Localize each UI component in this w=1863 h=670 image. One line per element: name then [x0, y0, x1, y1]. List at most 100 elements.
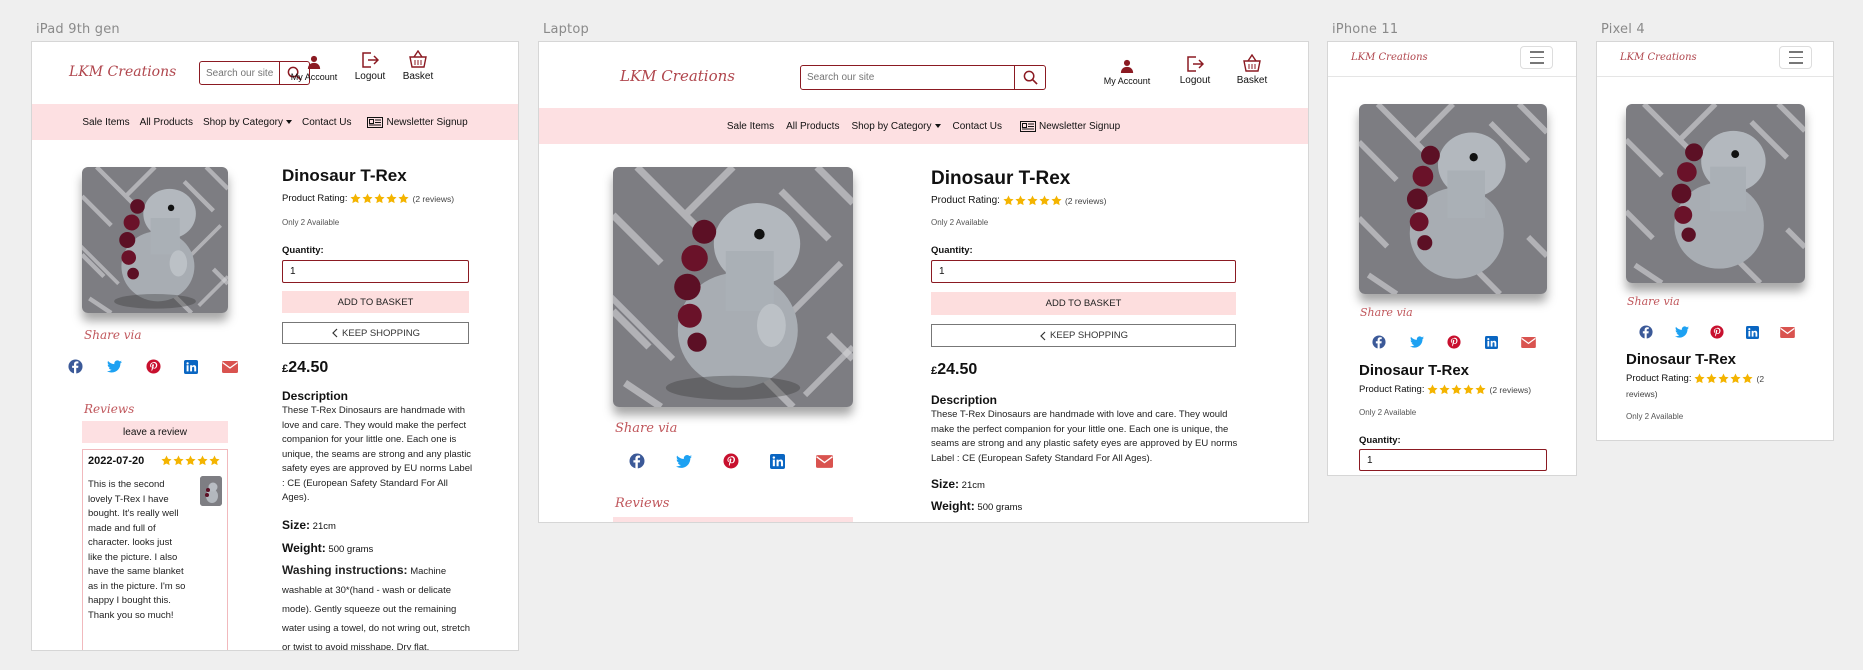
- pinterest-icon[interactable]: [1447, 335, 1461, 349]
- weight-value: 500 grams: [977, 502, 1023, 513]
- search-input[interactable]: [801, 66, 1014, 89]
- nav-all-products[interactable]: All Products: [140, 117, 193, 128]
- weight-label: Weight:: [282, 541, 326, 555]
- keep-shopping-button[interactable]: KEEP SHOPPING: [282, 322, 469, 344]
- nav-newsletter-label: Newsletter Signup: [1038, 120, 1121, 132]
- quantity-input[interactable]: 1: [1359, 449, 1547, 471]
- twitter-icon[interactable]: [676, 454, 692, 468]
- nav-newsletter[interactable]: Newsletter Signup: [1019, 120, 1121, 132]
- site-logo[interactable]: LKM Creations: [69, 64, 176, 80]
- leave-review-button[interactable]: leave a review: [613, 517, 853, 522]
- nav-contact-us[interactable]: Contact Us: [302, 117, 351, 128]
- size-value: 21cm: [312, 521, 336, 532]
- search-button[interactable]: [1014, 66, 1045, 89]
- logout-icon: [362, 52, 379, 68]
- linkedin-icon[interactable]: [184, 359, 199, 374]
- search-form: [800, 65, 1046, 90]
- product-image[interactable]: [613, 167, 853, 407]
- product-image[interactable]: [1626, 104, 1805, 283]
- star-icon: [209, 455, 220, 466]
- star-icon: [197, 455, 208, 466]
- linkedin-icon[interactable]: [1745, 325, 1759, 339]
- nav-shop-by-category[interactable]: Shop by Category: [203, 117, 293, 128]
- nav-sale-items[interactable]: Sale Items: [82, 117, 129, 128]
- description-heading: Description: [931, 393, 998, 407]
- menu-toggle-button[interactable]: [1779, 46, 1812, 69]
- logout-link[interactable]: Logout: [350, 52, 390, 82]
- linkedin-icon[interactable]: [770, 453, 785, 469]
- quantity-input[interactable]: 1: [282, 260, 469, 283]
- size-row: Size: 21cm: [931, 477, 985, 491]
- review-card: 2022-07-20 This is the second lovely T-R…: [82, 449, 228, 650]
- product-image[interactable]: [82, 167, 228, 313]
- dinosaur-plush-photo: [613, 167, 853, 407]
- nav-contact-us[interactable]: Contact Us: [953, 121, 1002, 132]
- size-label: Size:: [931, 477, 960, 491]
- keep-shopping-button[interactable]: KEEP SHOPPING: [931, 324, 1236, 347]
- pinterest-icon[interactable]: [145, 359, 161, 374]
- quantity-input[interactable]: 1: [931, 260, 1236, 283]
- nav-newsletter[interactable]: Newsletter Signup: [367, 116, 468, 128]
- basket-icon: [409, 50, 427, 68]
- product-image[interactable]: [1359, 104, 1547, 294]
- star-icon: [386, 193, 398, 204]
- washing-row: Washing instructions: Machine washable a…: [282, 561, 474, 650]
- star-icon: [1475, 384, 1487, 395]
- add-to-basket-button[interactable]: ADD TO BASKET: [931, 292, 1236, 315]
- envelope-icon[interactable]: [1521, 336, 1536, 348]
- facebook-icon[interactable]: [1372, 335, 1386, 349]
- my-account-link[interactable]: My Account: [1101, 59, 1153, 86]
- rating-label: Product Rating:: [931, 195, 1000, 206]
- site-logo[interactable]: LKM Creations: [1351, 52, 1428, 63]
- reviews-count-wrap: reviews): [1626, 389, 1658, 399]
- product-title: Dinosaur T-Rex: [282, 166, 407, 185]
- logout-link[interactable]: Logout: [1175, 56, 1215, 86]
- nav-shop-by-category[interactable]: Shop by Category: [851, 121, 941, 132]
- add-to-basket-button[interactable]: ADD TO BASKET: [282, 291, 469, 313]
- envelope-icon[interactable]: [816, 454, 833, 468]
- site-logo[interactable]: LKM Creations: [620, 67, 735, 85]
- my-account-link[interactable]: My Account: [288, 55, 340, 82]
- newspaper-icon: [367, 116, 384, 128]
- reviewer-avatar: [200, 476, 222, 506]
- facebook-icon[interactable]: [68, 359, 83, 374]
- facebook-icon[interactable]: [629, 453, 645, 469]
- pinterest-icon[interactable]: [1710, 325, 1724, 339]
- twitter-icon[interactable]: [1674, 326, 1689, 338]
- nav-sale-items[interactable]: Sale Items: [727, 121, 774, 132]
- star-icon: [1718, 373, 1730, 384]
- envelope-icon[interactable]: [1780, 326, 1795, 338]
- site-header: LKM Creations My Account Logout Basket: [539, 42, 1308, 108]
- price-value: 24.50: [288, 359, 329, 376]
- nav-all-products[interactable]: All Products: [786, 121, 839, 132]
- nav-newsletter-label: Newsletter Signup: [386, 116, 468, 128]
- share-row: [1372, 335, 1536, 349]
- star-icon: [161, 455, 172, 466]
- pinterest-icon[interactable]: [723, 453, 739, 469]
- laptop-frame: LKM Creations My Account Logout Basket S…: [538, 41, 1309, 523]
- facebook-icon[interactable]: [1639, 325, 1653, 339]
- dinosaur-plush-photo: [1626, 104, 1805, 283]
- price-value: 24.50: [937, 361, 978, 378]
- envelope-icon[interactable]: [222, 360, 238, 373]
- site-logo[interactable]: LKM Creations: [1620, 52, 1697, 63]
- share-via-label: Share via: [1627, 295, 1680, 308]
- size-label: Size:: [282, 518, 311, 532]
- device-label-pixel: Pixel 4: [1601, 22, 1645, 37]
- menu-toggle-button[interactable]: [1520, 46, 1553, 69]
- search-input[interactable]: [200, 62, 279, 84]
- linkedin-icon[interactable]: [1484, 335, 1498, 349]
- product-rating: Product Rating: (2 reviews): [1359, 384, 1531, 395]
- star-icon: [350, 193, 362, 204]
- header-divider: [1597, 76, 1833, 77]
- leave-review-button[interactable]: leave a review: [82, 421, 228, 443]
- main-nav: Sale Items All Products Shop by Category…: [539, 108, 1308, 144]
- star-icon: [1706, 373, 1718, 384]
- twitter-icon[interactable]: [106, 360, 122, 373]
- basket-link[interactable]: Basket: [1230, 54, 1274, 86]
- star-icon: [185, 455, 196, 466]
- star-icon: [1694, 373, 1706, 384]
- twitter-icon[interactable]: [1409, 336, 1424, 348]
- basket-link[interactable]: Basket: [396, 50, 440, 82]
- chevron-down-icon: [934, 123, 941, 128]
